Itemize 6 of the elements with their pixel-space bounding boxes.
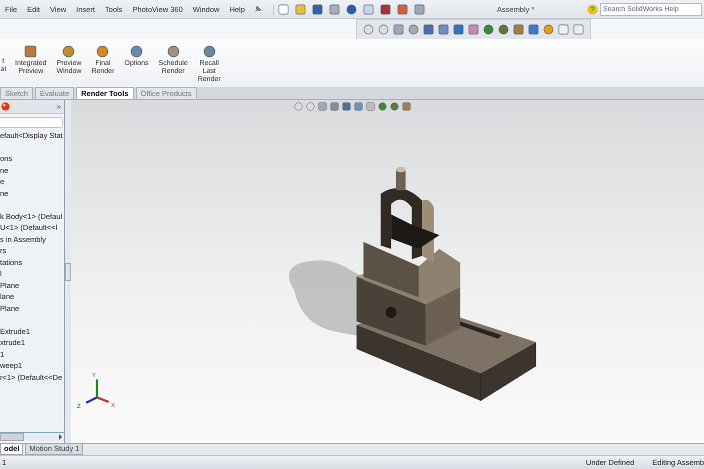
panel-splitter-handle[interactable] [65, 262, 71, 280]
filter-field[interactable] [0, 117, 63, 128]
horizontal-scrollbar[interactable] [0, 432, 64, 441]
pin-icon[interactable] [252, 4, 263, 14]
collapse-button[interactable]: » [56, 102, 61, 111]
help-icon [587, 4, 598, 14]
